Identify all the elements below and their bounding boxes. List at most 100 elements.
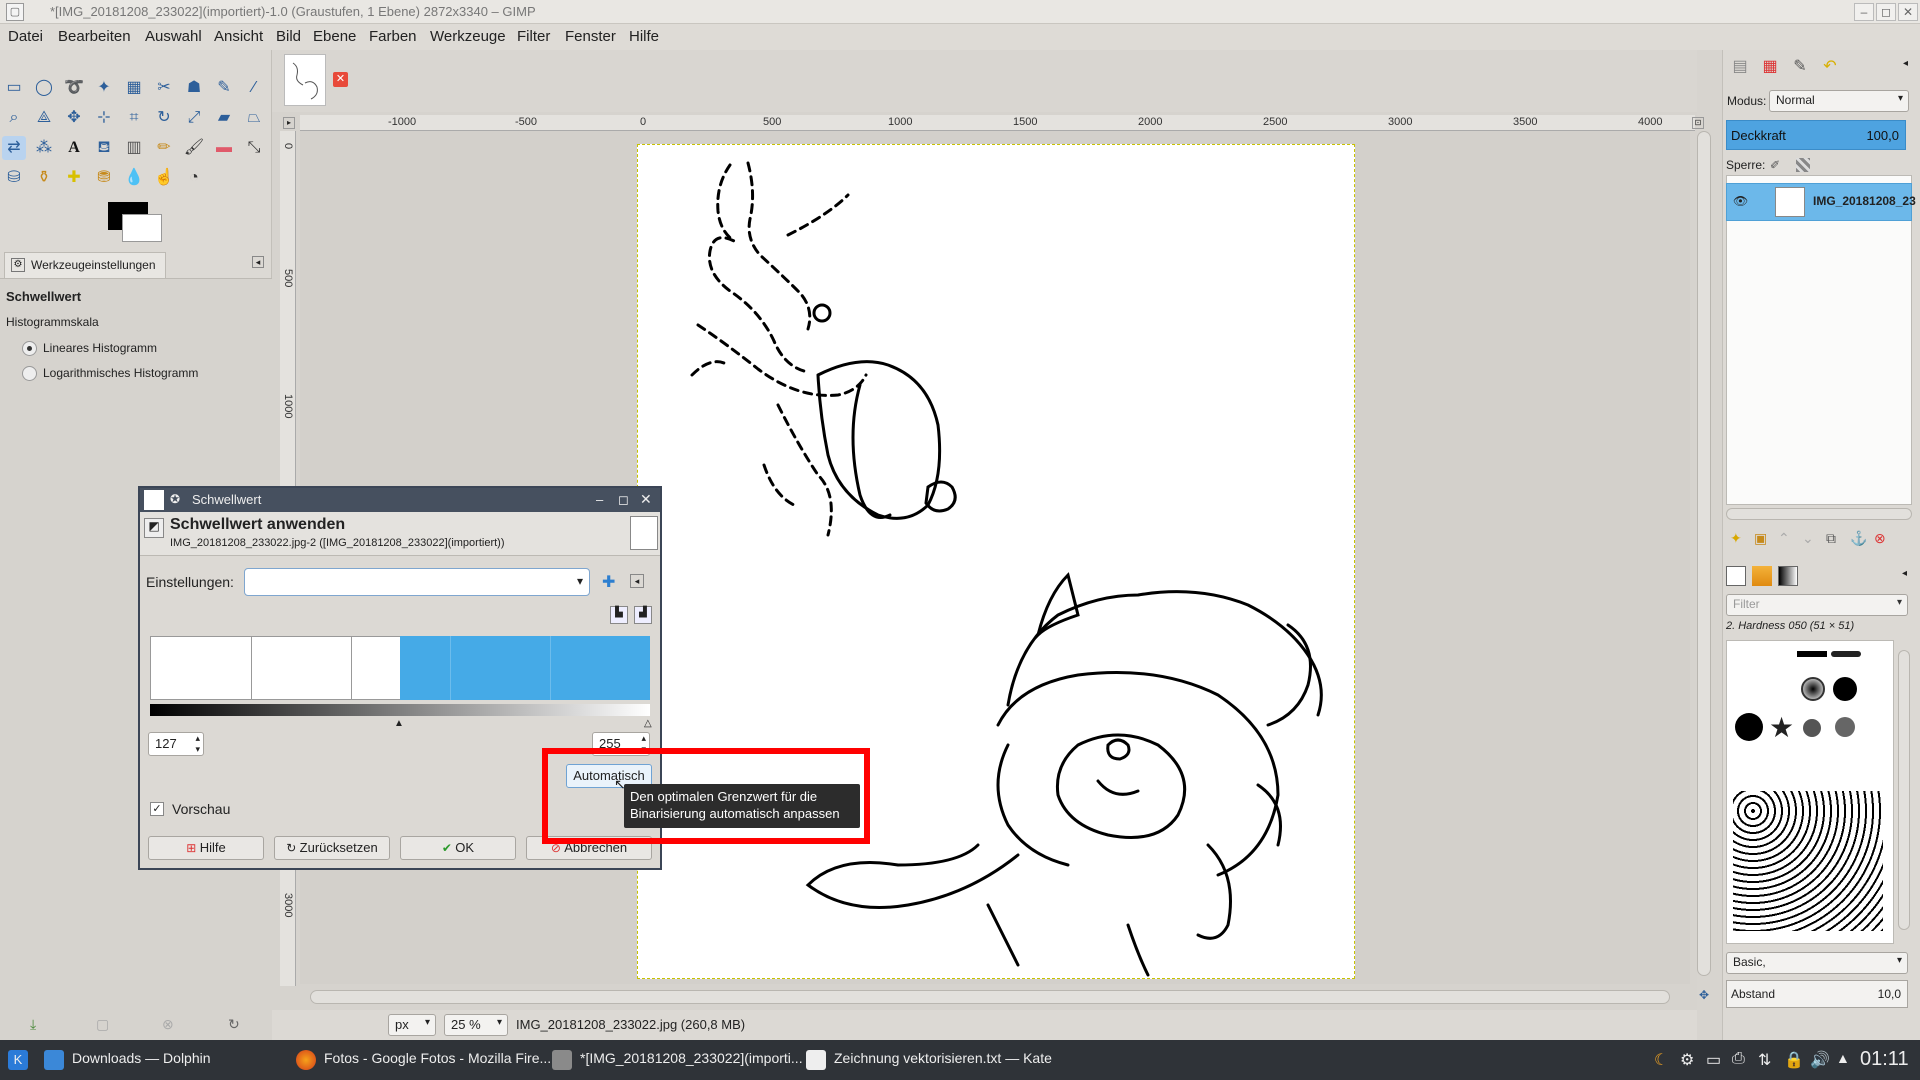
rect-select-icon[interactable]: ▭ xyxy=(2,76,26,100)
pencil-icon[interactable]: ✏ xyxy=(152,136,176,160)
menu-bild[interactable]: Bild xyxy=(276,28,301,45)
ink-icon[interactable]: ⛁ xyxy=(2,166,26,190)
opacity-slider[interactable]: Deckkraft 100,0 xyxy=(1726,120,1906,150)
crop-icon[interactable]: ⌗ xyxy=(122,106,146,130)
brushes-vscroll[interactable] xyxy=(1898,650,1910,930)
perspective-icon[interactable]: ⏢ xyxy=(242,106,266,130)
gimp-task-icon[interactable] xyxy=(552,1050,572,1070)
lasso-icon[interactable]: ➰ xyxy=(62,76,86,100)
volume-tray-icon[interactable]: 🔊 xyxy=(1810,1050,1830,1070)
dialog-maximize-button[interactable]: ◻ xyxy=(618,492,629,508)
stepper-icon[interactable]: ▴ ▾ xyxy=(195,733,200,755)
settings-tray-icon[interactable]: ⚙ xyxy=(1680,1050,1694,1070)
task-gimp[interactable]: *[IMG_20181208_233022](importi... xyxy=(580,1050,803,1066)
spacing-slider[interactable]: Abstand 10,0 xyxy=(1726,980,1908,1008)
preview-checkbox[interactable]: ✓ xyxy=(150,802,164,816)
brush-filter-input[interactable]: Filter ▾ xyxy=(1726,594,1908,616)
gimp-app-icon[interactable]: ▢ xyxy=(6,3,24,21)
add-preset-icon[interactable]: ✚ xyxy=(602,572,615,592)
menu-fenster[interactable]: Fenster xyxy=(565,28,616,45)
color-picker-icon[interactable]: ⁄ xyxy=(242,76,266,100)
dialog-minimize-button[interactable]: – xyxy=(596,492,603,507)
brush-tag-select[interactable]: Basic, ▾ xyxy=(1726,952,1908,974)
move-icon[interactable]: ✥ xyxy=(62,106,86,130)
mode-select[interactable]: Normal ▾ xyxy=(1769,90,1909,112)
duplicate-layer-icon[interactable]: ⧉ xyxy=(1826,530,1836,547)
preset-menu-icon[interactable]: ◂ xyxy=(630,574,644,588)
heal-icon[interactable]: ✚ xyxy=(62,166,86,190)
delete-layer-icon[interactable]: ⊗ xyxy=(1874,530,1886,547)
minimize-button[interactable]: – xyxy=(1854,3,1874,21)
lower-layer-icon[interactable]: ⌄ xyxy=(1802,530,1814,547)
cage-icon[interactable]: ⁂ xyxy=(32,136,56,160)
kde-menu-icon[interactable]: K xyxy=(8,1050,28,1070)
close-window-button[interactable]: ✕ xyxy=(1898,3,1918,21)
histogram-selection[interactable] xyxy=(400,636,650,700)
horizontal-scrollbar[interactable] xyxy=(310,990,1670,1004)
restore-options-icon[interactable]: ▢ xyxy=(96,1016,109,1033)
help-button[interactable]: ⊞ Hilfe xyxy=(148,836,264,860)
printer-tray-icon[interactable]: ⎙ xyxy=(1732,1050,1745,1068)
blend-icon[interactable]: ▥ xyxy=(122,136,146,160)
scale-icon[interactable]: ⤢ xyxy=(182,106,206,130)
lock-paint-icon[interactable]: ✐ xyxy=(1770,158,1780,172)
menu-datei[interactable]: Datei xyxy=(8,28,43,45)
navigate-icon[interactable]: ✥ xyxy=(1697,988,1711,1002)
text-icon[interactable]: A xyxy=(62,136,86,160)
raise-layer-icon[interactable]: ⌃ xyxy=(1778,530,1790,547)
layers-tab-icon[interactable]: ▤ xyxy=(1727,54,1753,80)
zoom-icon[interactable]: ⌕ xyxy=(2,106,26,130)
linear-histogram-icon[interactable]: ▙ xyxy=(610,606,628,624)
network-tray-icon[interactable]: ⇅ xyxy=(1758,1050,1771,1070)
tab-menu-icon[interactable]: ◂ xyxy=(252,256,264,268)
layer-group-icon[interactable]: ▣ xyxy=(1754,530,1767,547)
brush-item-selected[interactable] xyxy=(1801,677,1825,701)
anchor-layer-icon[interactable]: ⚓ xyxy=(1850,530,1867,547)
kate-icon[interactable] xyxy=(806,1050,826,1070)
tool-options-tab[interactable]: ⚙ Werkzeugeinstellungen xyxy=(4,252,166,278)
ok-button[interactable]: ✔ OK xyxy=(400,836,516,860)
paths-tab-icon[interactable]: ✎ xyxy=(1787,54,1813,80)
log-histogram-icon[interactable]: ▟ xyxy=(634,606,652,624)
dialog-close-button[interactable]: ✕ xyxy=(640,491,652,508)
dock-menu-icon[interactable]: ◂ xyxy=(1903,58,1908,69)
blur-icon[interactable]: 💧 xyxy=(122,166,146,190)
dolphin-icon[interactable] xyxy=(44,1050,64,1070)
brushes-menu-icon[interactable]: ◂ xyxy=(1902,568,1907,579)
brush-item[interactable] xyxy=(1831,651,1861,657)
eye-icon[interactable]: 👁 xyxy=(1733,194,1748,208)
ellipse-select-icon[interactable]: ◯ xyxy=(32,76,56,100)
low-threshold-input[interactable]: 127 ▴ ▾ xyxy=(148,732,204,756)
save-options-icon[interactable]: ⤓ xyxy=(30,1016,36,1033)
menu-bearbeiten[interactable]: Bearbeiten xyxy=(58,28,131,45)
expand-tray-icon[interactable]: ▲ xyxy=(1836,1050,1850,1066)
clock[interactable]: 01:11 xyxy=(1860,1048,1909,1071)
brush-item[interactable] xyxy=(1803,719,1821,737)
unit-select[interactable]: px ▾ xyxy=(388,1014,436,1036)
color-select-icon[interactable]: ▦ xyxy=(122,76,146,100)
settings-combo[interactable]: ▾ xyxy=(244,568,590,596)
flip-icon[interactable]: ⇄ xyxy=(2,136,26,160)
bucket-fill-icon[interactable]: ⛾ xyxy=(92,136,116,160)
align-icon[interactable]: ⊹ xyxy=(92,106,116,130)
background-color-swatch[interactable] xyxy=(122,214,162,242)
layers-hscroll[interactable] xyxy=(1726,508,1912,520)
low-handle[interactable]: ▲ xyxy=(394,718,404,729)
task-dolphin[interactable]: Downloads — Dolphin xyxy=(72,1050,211,1066)
reset-button[interactable]: ↻ Zurücksetzen xyxy=(274,836,390,860)
undo-tab-icon[interactable]: ↶ xyxy=(1817,54,1843,80)
airbrush-icon[interactable]: ⤡ xyxy=(242,136,266,160)
rotate-icon[interactable]: ↻ xyxy=(152,106,176,130)
shear-icon[interactable]: ▰ xyxy=(212,106,236,130)
zoom-follow-icon[interactable]: ⊡ xyxy=(1692,117,1704,129)
brush-item[interactable] xyxy=(1733,791,1883,931)
paintbrush-icon[interactable]: 🖌 xyxy=(182,136,206,160)
brush-item[interactable] xyxy=(1797,651,1827,657)
image-tab-thumbnail[interactable] xyxy=(284,54,326,106)
brush-item[interactable] xyxy=(1735,713,1763,741)
scissors-icon[interactable]: ✂ xyxy=(152,76,176,100)
radio-log[interactable] xyxy=(22,366,37,381)
menu-filter[interactable]: Filter xyxy=(517,28,550,45)
eraser-icon[interactable]: ▬ xyxy=(212,136,236,160)
firefox-icon[interactable] xyxy=(296,1050,316,1070)
